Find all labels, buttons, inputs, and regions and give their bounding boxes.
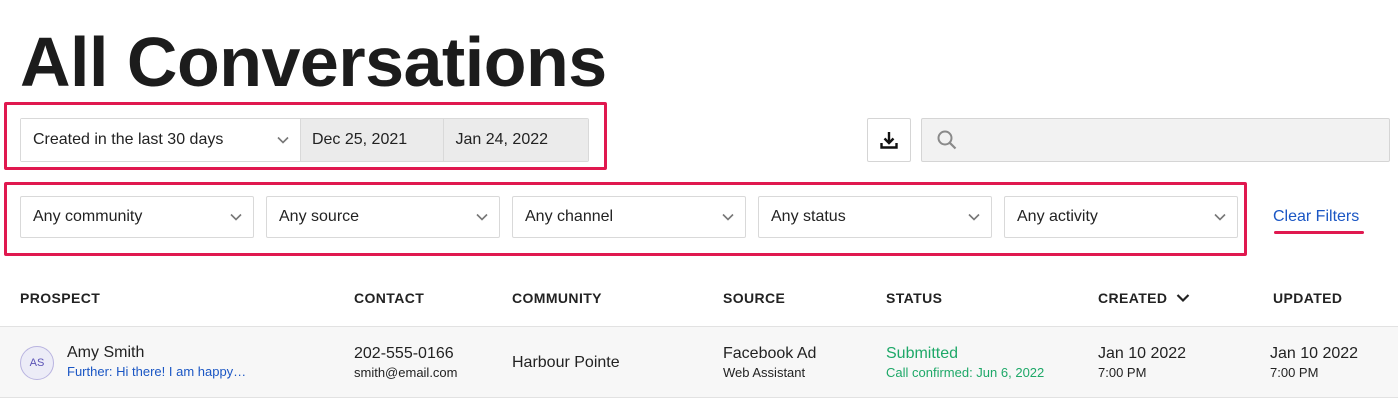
created-time: 7:00 PM — [1098, 365, 1147, 380]
created-cell: Jan 10 2022 7:00 PM — [1098, 344, 1186, 382]
prospect-name[interactable]: Amy Smith — [67, 343, 246, 363]
chevron-down-icon — [475, 210, 489, 224]
activity-filter[interactable]: Any activity — [1004, 196, 1238, 238]
message-preview[interactable]: Further: Hi there! I am happy… — [67, 363, 246, 381]
contact-phone: 202-555-0166 — [354, 345, 454, 362]
channel-filter[interactable]: Any channel — [512, 196, 746, 238]
download-icon — [880, 132, 898, 149]
start-date-value: Dec 25, 2021 — [311, 131, 408, 148]
contact-email: smith@email.com — [354, 365, 458, 380]
table-row[interactable]: AS Amy Smith Further: Hi there! I am hap… — [0, 326, 1398, 398]
date-range-group: Created in the last 30 days Dec 25, 2021… — [20, 118, 589, 162]
column-header-contact[interactable]: CONTACT — [354, 290, 424, 306]
sort-descending-icon — [1177, 294, 1190, 303]
clear-filters-underline — [1274, 231, 1364, 234]
chevron-down-icon — [229, 210, 243, 224]
start-date-field[interactable]: Dec 25, 2021 — [300, 119, 445, 161]
prospect-cell: Amy Smith Further: Hi there! I am happy… — [67, 343, 246, 381]
clear-filters-link[interactable]: Clear Filters — [1273, 208, 1359, 226]
source-filter-label: Any source — [279, 208, 360, 225]
column-header-created[interactable]: CREATED — [1098, 290, 1190, 306]
contact-cell: 202-555-0166 smith@email.com — [354, 344, 458, 382]
status-cell: Submitted Call confirmed: Jun 6, 2022 — [886, 344, 1044, 382]
status-detail: Call confirmed: Jun 6, 2022 — [886, 365, 1045, 380]
end-date-value: Jan 24, 2022 — [455, 131, 549, 148]
chevron-down-icon — [276, 133, 290, 147]
column-header-status[interactable]: STATUS — [886, 290, 942, 306]
community-cell: Harbour Pointe — [512, 354, 620, 371]
date-range-label: Created in the last 30 days — [33, 131, 224, 148]
download-button[interactable] — [867, 118, 911, 162]
status-badge: Submitted — [886, 345, 959, 362]
search-box — [921, 118, 1390, 162]
chevron-down-icon — [1213, 210, 1227, 224]
status-filter-label: Any status — [771, 208, 846, 225]
source-detail: Web Assistant — [723, 365, 806, 380]
chevron-down-icon — [967, 210, 981, 224]
end-date-field[interactable]: Jan 24, 2022 — [444, 119, 588, 161]
date-range-select[interactable]: Created in the last 30 days — [21, 119, 301, 161]
activity-filter-label: Any activity — [1017, 208, 1098, 225]
column-header-community[interactable]: COMMUNITY — [512, 290, 602, 306]
avatar: AS — [20, 346, 54, 380]
source-name: Facebook Ad — [723, 345, 817, 362]
channel-filter-label: Any channel — [525, 208, 614, 225]
community-filter[interactable]: Any community — [20, 196, 254, 238]
column-header-created-label: CREATED — [1098, 290, 1168, 306]
filter-bar: Any community Any source Any channel Any… — [20, 196, 1238, 238]
search-input[interactable] — [968, 131, 1389, 149]
column-header-source[interactable]: SOURCE — [723, 290, 785, 306]
updated-cell: Jan 10 2022 7:00 PM — [1270, 344, 1358, 382]
column-header-prospect[interactable]: PROSPECT — [20, 290, 100, 306]
column-header-updated[interactable]: UPDATED — [1273, 290, 1342, 306]
chevron-down-icon — [721, 210, 735, 224]
source-filter[interactable]: Any source — [266, 196, 500, 238]
updated-date: Jan 10 2022 — [1270, 345, 1359, 362]
created-date: Jan 10 2022 — [1098, 345, 1187, 362]
search-icon — [937, 130, 957, 150]
source-cell: Facebook Ad Web Assistant — [723, 344, 816, 382]
community-filter-label: Any community — [33, 208, 143, 225]
status-filter[interactable]: Any status — [758, 196, 992, 238]
updated-time: 7:00 PM — [1270, 365, 1319, 380]
page-title: All Conversations — [20, 23, 607, 101]
